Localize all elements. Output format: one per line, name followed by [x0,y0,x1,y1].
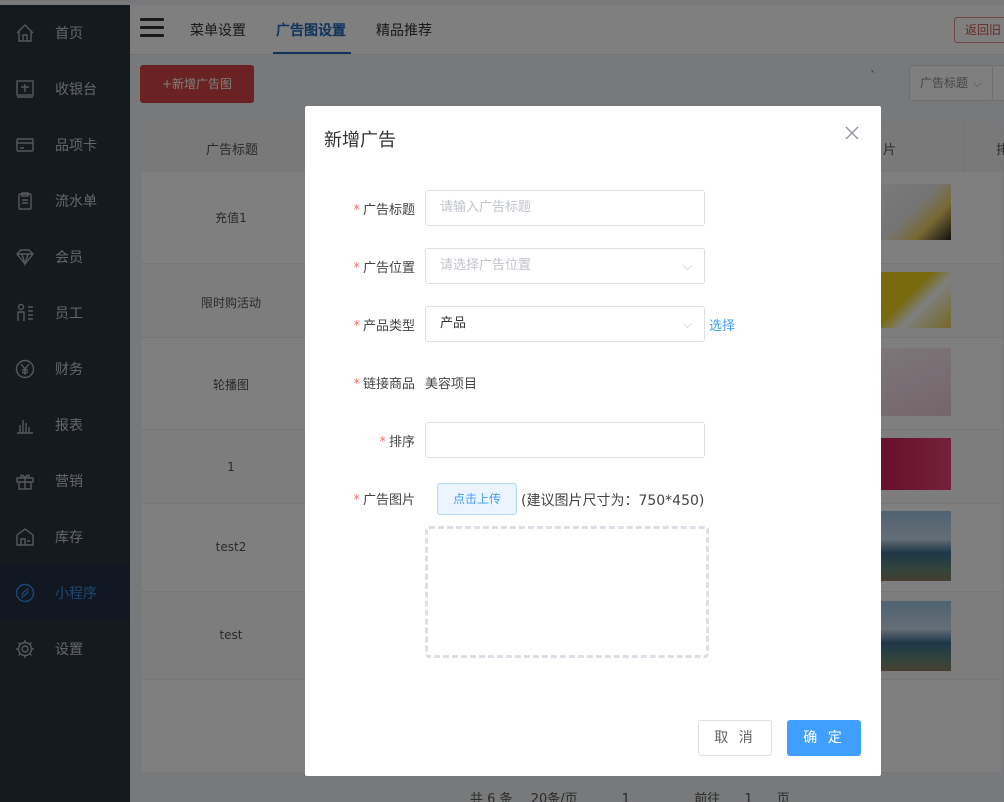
image-dropzone[interactable] [425,526,709,658]
upload-hint: (建议图片尺寸为：750*450) [521,493,705,509]
select-product-link[interactable]: 选择 [709,315,735,334]
product-type-label: * 产品类型 [353,319,415,334]
ad-position-placeholder: 请选择广告位置 [440,258,532,273]
confirm-button[interactable]: 确 定 [787,720,861,756]
chevron-down-icon: ⌵ [682,317,692,331]
app-root: 首页 收银台 品项卡 流水单 会员 员工 财务 报表 [0,0,1004,802]
ad-title-input[interactable]: 请输入广告标题 [425,190,705,226]
product-type-value: 产品 [440,316,467,331]
ad-position-select[interactable]: 请选择广告位置 ⌵ [425,248,705,284]
sort-input[interactable] [425,422,705,458]
ad-title-label: * 广告标题 [353,203,415,218]
ad-position-label: * 广告位置 [353,261,415,276]
chevron-down-icon: ⌵ [682,259,692,273]
ad-image-label: * 广告图片 [353,493,415,508]
product-type-select[interactable]: 产品 ⌵ [425,306,705,342]
linked-product-label: * 链接商品 [353,377,415,392]
close-icon[interactable] [845,126,859,140]
sort-label: * 排序 [379,435,415,450]
cancel-button[interactable]: 取 消 [698,720,772,756]
upload-button[interactable]: 点击上传 [437,483,517,515]
add-ad-dialog: 新增广告 * 广告标题 请输入广告标题 * 广告位置 请选择广告位置 ⌵ * 产品类型… [305,106,881,776]
dialog-title: 新增广告 [324,130,396,151]
ad-title-placeholder: 请输入广告标题 [440,200,532,215]
linked-product-value: 美容项目 [425,377,478,392]
